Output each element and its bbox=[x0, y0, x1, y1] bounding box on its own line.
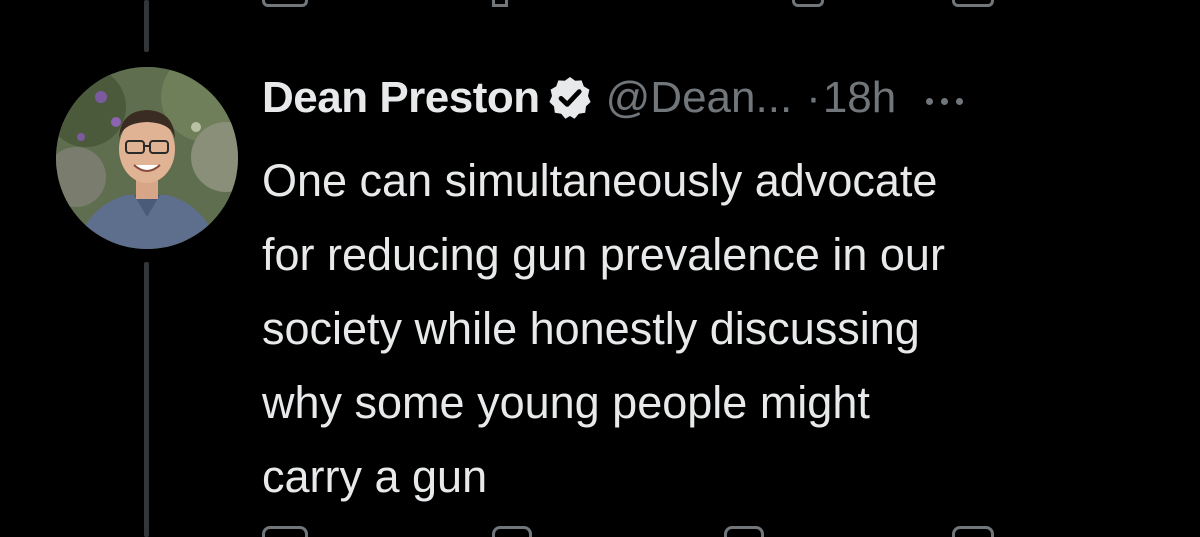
like-icon[interactable] bbox=[724, 526, 764, 537]
previous-like-icon[interactable] bbox=[792, 0, 824, 7]
user-handle[interactable]: @Dean... bbox=[606, 73, 793, 123]
previous-reply-icon[interactable] bbox=[262, 0, 308, 7]
tweet-header: Dean Preston @Dean... · 18h bbox=[262, 68, 966, 128]
tweet-actions bbox=[262, 526, 1082, 537]
reply-icon[interactable] bbox=[262, 526, 308, 537]
share-icon[interactable] bbox=[952, 526, 994, 537]
display-name[interactable]: Dean Preston bbox=[262, 73, 540, 123]
thread-line-bottom bbox=[144, 262, 149, 537]
previous-retweet-icon[interactable] bbox=[492, 0, 508, 7]
timestamp[interactable]: 18h bbox=[823, 73, 896, 123]
profile-photo-image bbox=[56, 67, 238, 249]
thread-line-top bbox=[144, 0, 149, 52]
retweet-icon[interactable] bbox=[492, 526, 532, 537]
avatar[interactable] bbox=[56, 67, 238, 249]
more-options-icon[interactable] bbox=[924, 76, 966, 120]
tweet-card[interactable]: Dean Preston @Dean... · 18h One can simu… bbox=[0, 0, 1200, 537]
previous-tweet-actions bbox=[262, 0, 1082, 8]
verified-badge-icon bbox=[549, 77, 591, 119]
tweet-text: One can simultaneously advocate for redu… bbox=[262, 155, 945, 502]
previous-share-icon[interactable] bbox=[952, 0, 994, 7]
separator-dot: · bbox=[806, 73, 821, 122]
